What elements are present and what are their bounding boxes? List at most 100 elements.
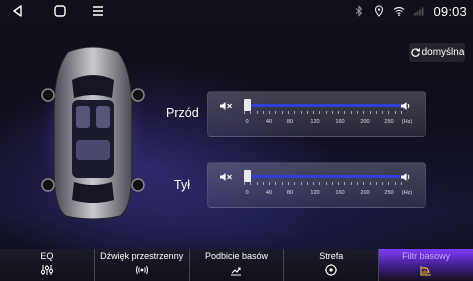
scale-label: 120 [310, 190, 320, 196]
default-button-label: domyślna [421, 47, 465, 58]
slider-tick [269, 111, 271, 114]
back-triangle-icon[interactable] [10, 3, 26, 19]
bottom-tab-bar: EQ Dźwięk przestrzenny Podbicie basów St… [0, 249, 473, 281]
scale-label: 200 [360, 119, 370, 125]
surround-sound-icon [135, 265, 148, 275]
slider-tick [344, 182, 346, 185]
slider-tick [313, 182, 315, 185]
slider-tick [269, 182, 271, 185]
location-pin-icon [375, 5, 384, 17]
rear-filter-slider-thumb[interactable] [244, 170, 251, 182]
slider-tick [325, 182, 327, 185]
slider-tick [363, 111, 365, 114]
slider-tick [401, 111, 402, 114]
tab-zone-label: Strefa [319, 251, 344, 261]
scale-label: 80 [286, 119, 294, 125]
slider-tick [287, 182, 289, 185]
rear-filter-slider[interactable] [244, 170, 401, 182]
front-filter-slider-thumb[interactable] [244, 99, 251, 111]
rear-label: Tył [174, 178, 190, 192]
slider-tick [394, 111, 396, 114]
rear-filter-panel: 0 40 80 120 160 200 250 (Hz) [207, 162, 426, 208]
wifi-icon [394, 6, 405, 17]
slider-tick [388, 182, 390, 185]
scale-label: 0 [245, 190, 249, 196]
rear-frequency-scale: 0 40 80 120 160 200 250 (Hz) [208, 190, 427, 200]
slider-tick [357, 111, 359, 114]
slider-tick [256, 111, 258, 114]
scale-unit: (Hz) [401, 119, 413, 125]
zone-target-icon [325, 264, 338, 276]
tab-eq[interactable]: EQ [0, 249, 95, 281]
signal-icon [414, 7, 424, 16]
home-square-icon[interactable] [52, 3, 68, 19]
front-filter-slider[interactable] [244, 99, 401, 111]
scale-label: 250 [384, 119, 394, 125]
clock: 09:03 [433, 3, 467, 19]
tab-surround[interactable]: Dźwięk przestrzenny [94, 249, 190, 281]
equalizer-icon [40, 265, 53, 275]
slider-tick [294, 111, 296, 114]
tab-bass-filter[interactable]: Filtr basowy [379, 249, 473, 281]
tab-eq-label: EQ [40, 251, 54, 261]
menu-lines-icon[interactable] [90, 3, 106, 19]
slider-tick [350, 111, 352, 114]
tab-bass-boost[interactable]: Podbicie basów [189, 249, 285, 281]
slider-tick [331, 111, 333, 114]
slider-tick [382, 111, 384, 114]
slider-tick [357, 182, 359, 185]
front-frequency-scale: 0 40 80 120 160 200 250 (Hz) [208, 119, 427, 129]
slider-tick [275, 182, 277, 185]
status-bar: 09:03 [0, 0, 473, 22]
default-button[interactable]: domyślna [409, 43, 465, 62]
slider-tick [388, 111, 390, 114]
scale-unit: (Hz) [401, 190, 413, 196]
front-filter-panel: 0 40 80 120 160 200 250 (Hz) [207, 91, 426, 137]
slider-tick [369, 182, 371, 185]
slider-tick [401, 182, 402, 185]
slider-tick [262, 182, 264, 185]
slider-tick [319, 111, 321, 114]
slider-tick [300, 182, 302, 185]
front-label: Przód [166, 106, 199, 120]
tab-bass-boost-label: Podbicie basów [204, 251, 269, 261]
reset-icon [410, 48, 420, 57]
volume-icon[interactable] [400, 101, 411, 111]
scale-label: 80 [286, 190, 294, 196]
car-top-view-image [38, 46, 148, 220]
slider-tick [375, 111, 377, 114]
slider-tick [344, 111, 346, 114]
slider-tick [375, 182, 377, 185]
slider-tick [244, 111, 245, 114]
slider-tick [287, 111, 289, 114]
tab-zone[interactable]: Strefa [284, 249, 380, 281]
slider-tick [382, 182, 384, 185]
slider-tick [275, 111, 277, 114]
slider-tick [338, 111, 340, 114]
slider-tick [306, 111, 308, 114]
mute-icon[interactable] [219, 101, 233, 111]
slider-tick [281, 182, 283, 185]
slider-tick [250, 182, 252, 185]
rear-slider-ticks [244, 182, 402, 186]
slider-tick [313, 111, 315, 114]
slider-tick [300, 111, 302, 114]
scale-label: 40 [265, 190, 273, 196]
scale-label: 160 [335, 190, 345, 196]
slider-tick [244, 182, 245, 185]
bass-boost-icon [231, 267, 242, 276]
scale-label: 160 [335, 119, 345, 125]
slider-tick [294, 182, 296, 185]
volume-icon[interactable] [400, 172, 411, 182]
slider-tick [394, 182, 396, 185]
scale-label: 0 [245, 119, 249, 125]
slider-tick [331, 182, 333, 185]
slider-tick [363, 182, 365, 185]
scale-label: 250 [384, 190, 394, 196]
slider-tick [306, 182, 308, 185]
slider-tick [319, 182, 321, 185]
mute-icon[interactable] [219, 172, 233, 182]
scale-label: 120 [310, 119, 320, 125]
slider-tick [250, 111, 252, 114]
slider-tick [256, 182, 258, 185]
